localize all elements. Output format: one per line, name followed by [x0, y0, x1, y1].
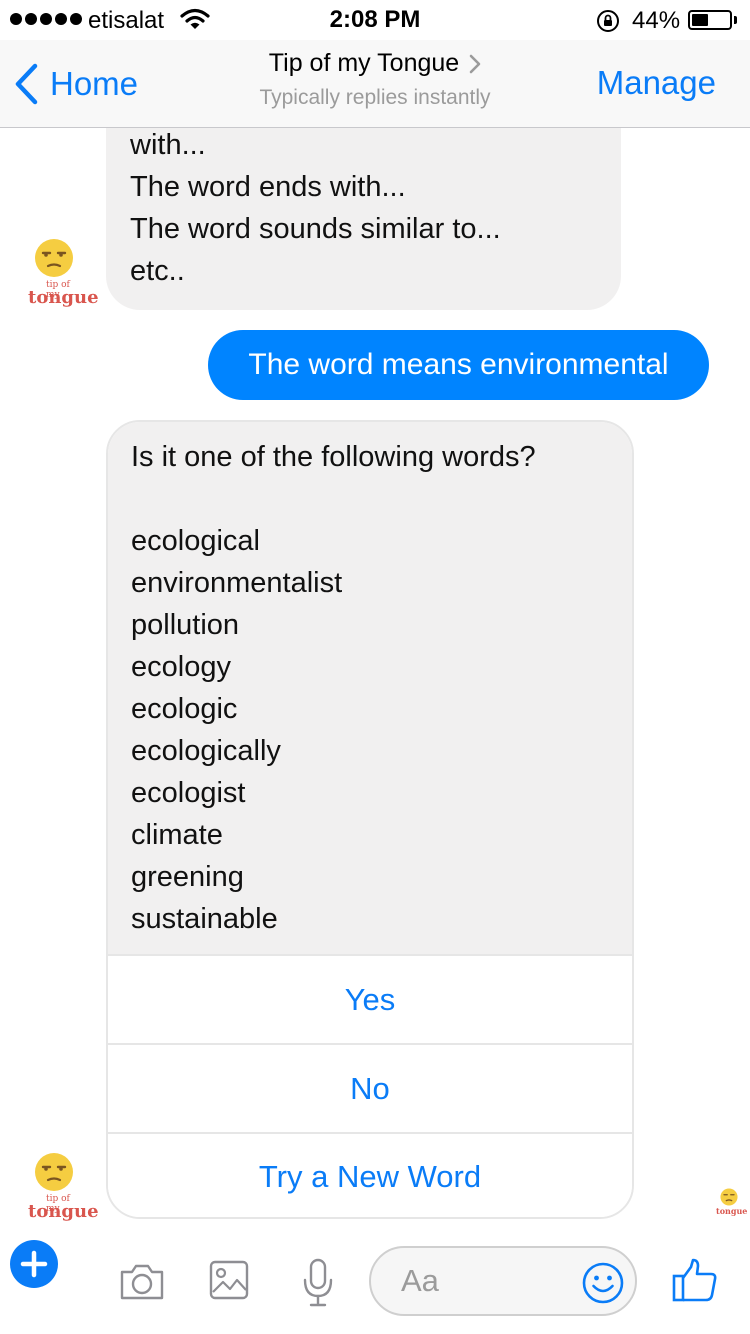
battery-fill — [692, 14, 708, 26]
word-option: greening — [131, 861, 244, 893]
bot-avatar[interactable]: tip of my tongue — [26, 238, 99, 308]
unamused-face-icon — [35, 239, 73, 277]
microphone-icon[interactable] — [301, 1258, 335, 1308]
word-option: pollution — [131, 609, 240, 641]
page-title: Tip of my Tongue — [268, 49, 460, 77]
no-button[interactable]: No — [108, 1043, 632, 1132]
word-option: ecologically — [131, 735, 281, 767]
plus-button[interactable] — [10, 1240, 58, 1288]
intro-line: The word sounds similar to... — [130, 213, 501, 245]
word-option: environmentalist — [131, 567, 343, 599]
orientation-lock-icon — [597, 10, 619, 32]
unamused-face-icon — [720, 1188, 738, 1206]
battery-icon — [688, 10, 732, 30]
battery-percent: 44% — [632, 7, 681, 34]
unamused-face-icon — [35, 1153, 73, 1191]
read-receipt-avatar: tongue — [712, 1186, 748, 1220]
word-option: sustainable — [131, 903, 278, 935]
battery-tip — [734, 16, 737, 24]
emoji-icon[interactable] — [581, 1261, 625, 1305]
nav-bar: Home Tip of my Tongue Typically replies … — [0, 40, 750, 128]
word-option: climate — [131, 819, 223, 851]
card-question: Is it one of the following words? — [131, 441, 536, 473]
thumbs-up-icon[interactable] — [672, 1257, 718, 1303]
word-option: ecologist — [131, 777, 246, 809]
logo-word: tongue — [716, 1206, 748, 1216]
plus-icon — [20, 1250, 48, 1278]
manage-button[interactable]: Manage — [597, 64, 716, 102]
outgoing-message: The word means environmental — [208, 330, 709, 400]
word-option: ecologic — [131, 693, 238, 725]
intro-line: etc.. — [130, 255, 185, 287]
chevron-right-icon — [469, 55, 481, 74]
card-body: Is it one of the following words? ecolog… — [108, 422, 632, 954]
word-option: ecology — [131, 651, 231, 683]
yes-button[interactable]: Yes — [108, 954, 632, 1043]
word-suggestions-card: Is it one of the following words? ecolog… — [106, 420, 634, 1219]
composer-bar: Aa — [0, 1230, 750, 1334]
camera-icon[interactable] — [118, 1260, 166, 1302]
message-list[interactable]: with... The word ends with... The word s… — [0, 128, 750, 1230]
photo-icon[interactable] — [209, 1260, 249, 1300]
logo-word: tongue — [28, 287, 99, 308]
bot-avatar[interactable]: tip of my tongue — [26, 1152, 99, 1222]
word-option: ecological — [131, 525, 260, 557]
intro-line: The word ends with... — [130, 171, 406, 203]
try-new-word-button[interactable]: Try a New Word — [108, 1132, 632, 1217]
intro-line: with... — [130, 129, 206, 161]
status-bar: etisalat 2:08 PM 44% — [0, 0, 750, 40]
incoming-message-intro: with... The word ends with... The word s… — [106, 128, 621, 310]
logo-word: tongue — [28, 1201, 99, 1222]
